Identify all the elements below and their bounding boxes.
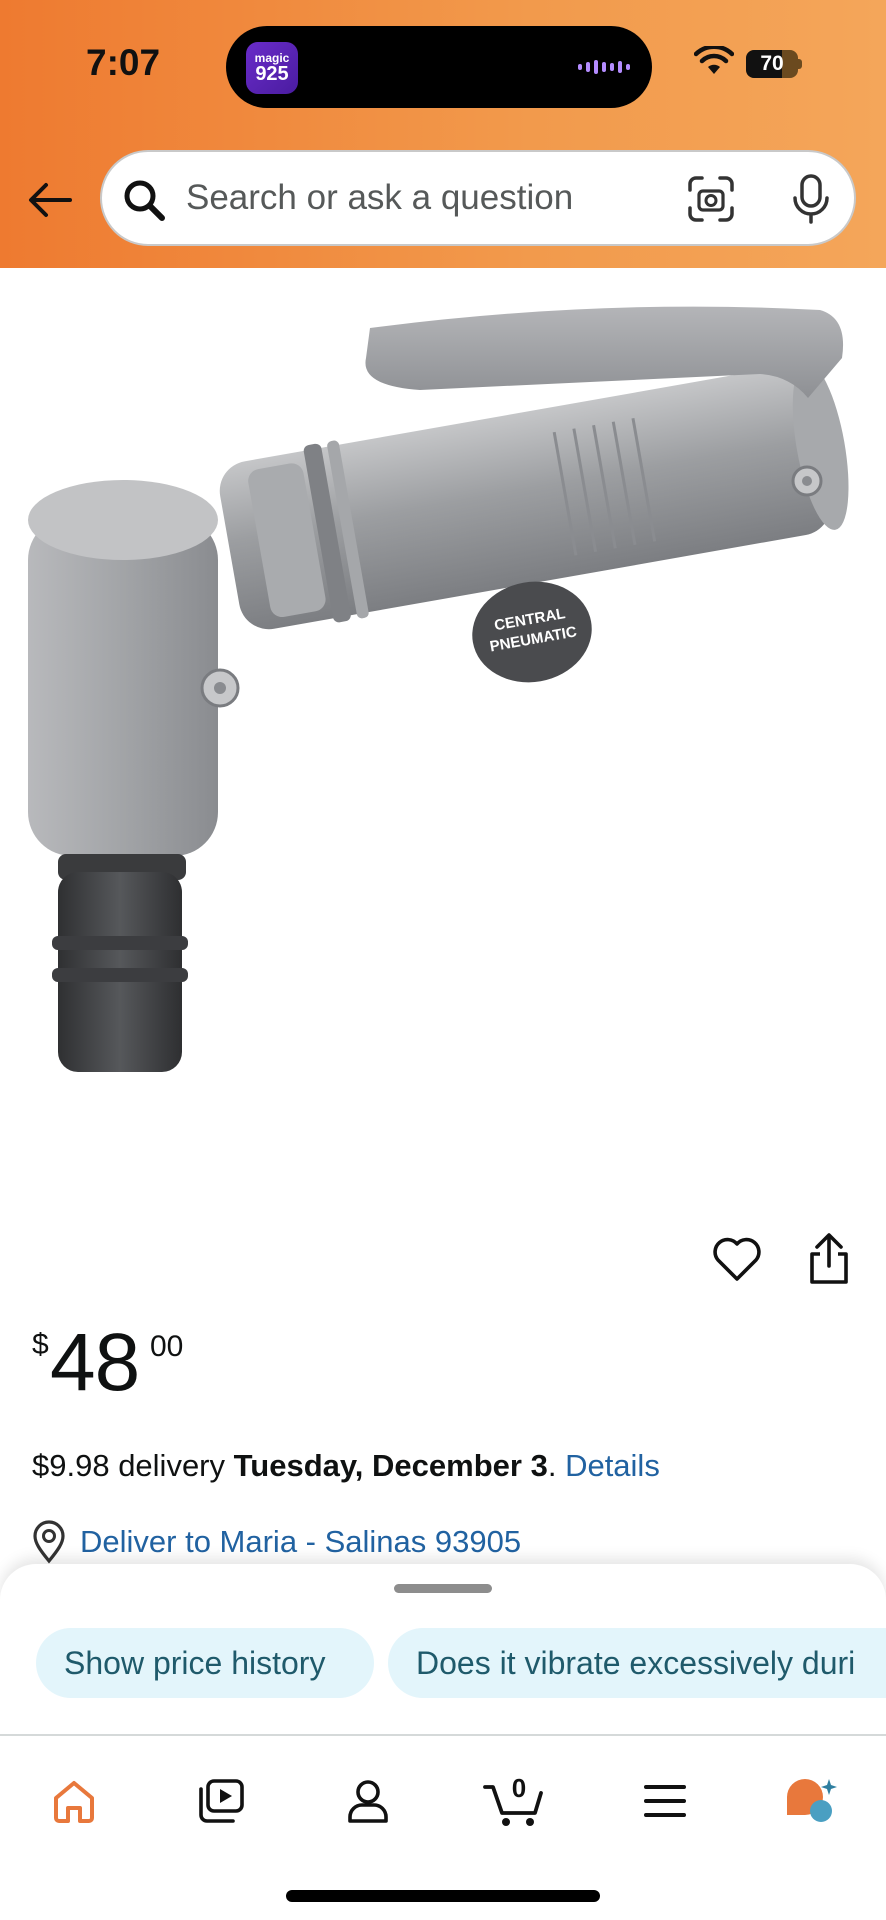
tab-menu[interactable] — [630, 1766, 700, 1836]
radio-app-icon[interactable]: magic 925 — [246, 42, 298, 94]
tab-home[interactable] — [39, 1766, 109, 1836]
price-symbol: $ — [32, 1328, 49, 1361]
tab-rufus[interactable] — [776, 1766, 846, 1836]
cart-count: 0 — [512, 1773, 526, 1803]
status-time: 7:07 — [86, 42, 161, 83]
home-indicator — [286, 1890, 600, 1902]
wifi-icon — [694, 46, 734, 74]
deliver-to-location[interactable]: Deliver to Maria - Salinas 93905 — [30, 1518, 521, 1566]
share-icon — [810, 1233, 848, 1284]
delivery-date: Tuesday, December 3 — [233, 1448, 548, 1483]
price-fraction: 00 — [150, 1330, 184, 1363]
battery-level: 70 — [760, 52, 784, 75]
header: 7:07 magic 925 70 Search or ask a questi… — [0, 0, 886, 268]
price-whole: 48 — [50, 1317, 140, 1408]
delivery-info: $9.98 delivery Tuesday, December 3. Deta… — [32, 1448, 660, 1483]
deliver-to-text: Deliver to Maria - Salinas 93905 — [80, 1524, 522, 1559]
radio-app-number: 925 — [255, 63, 289, 85]
suggestions-sheet[interactable]: Show price history Does it vibrate exces… — [0, 1564, 886, 1736]
audio-waveform-icon — [578, 60, 630, 74]
wishlist-button[interactable] — [710, 1232, 764, 1286]
account-icon — [348, 1780, 388, 1823]
sheet-drag-handle[interactable] — [394, 1584, 492, 1593]
tab-video[interactable] — [186, 1766, 256, 1836]
menu-icon — [644, 1785, 686, 1817]
location-pin-icon — [33, 1520, 65, 1564]
dynamic-island[interactable]: magic 925 — [226, 26, 652, 108]
microphone-icon[interactable] — [786, 172, 836, 226]
tab-cart[interactable]: 0 — [480, 1766, 550, 1836]
back-button[interactable] — [24, 174, 76, 226]
battery-indicator: 70 — [746, 50, 802, 78]
share-button[interactable] — [802, 1230, 856, 1288]
tab-account[interactable] — [333, 1766, 403, 1836]
camera-scan-icon[interactable] — [686, 174, 736, 224]
heart-icon — [713, 1237, 761, 1281]
suggestion-chip-vibration-question[interactable]: Does it vibrate excessively duri — [388, 1628, 886, 1698]
suggestion-chip-price-history[interactable]: Show price history — [36, 1628, 374, 1698]
back-arrow-icon — [29, 183, 72, 217]
rufus-icon — [787, 1779, 837, 1822]
video-icon — [199, 1779, 244, 1823]
search-icon — [124, 180, 165, 221]
delivery-price: $9.98 delivery — [32, 1448, 226, 1483]
details-link[interactable]: Details — [565, 1448, 660, 1483]
product-image[interactable]: CENTRAL PNEUMATIC — [0, 268, 886, 1168]
search-bar[interactable]: Search or ask a question — [100, 150, 856, 246]
cart-icon: 0 — [483, 1773, 543, 1826]
search-input[interactable]: Search or ask a question — [186, 152, 686, 244]
bottom-tab-bar: 0 — [0, 1734, 886, 1920]
home-icon — [54, 1781, 94, 1823]
